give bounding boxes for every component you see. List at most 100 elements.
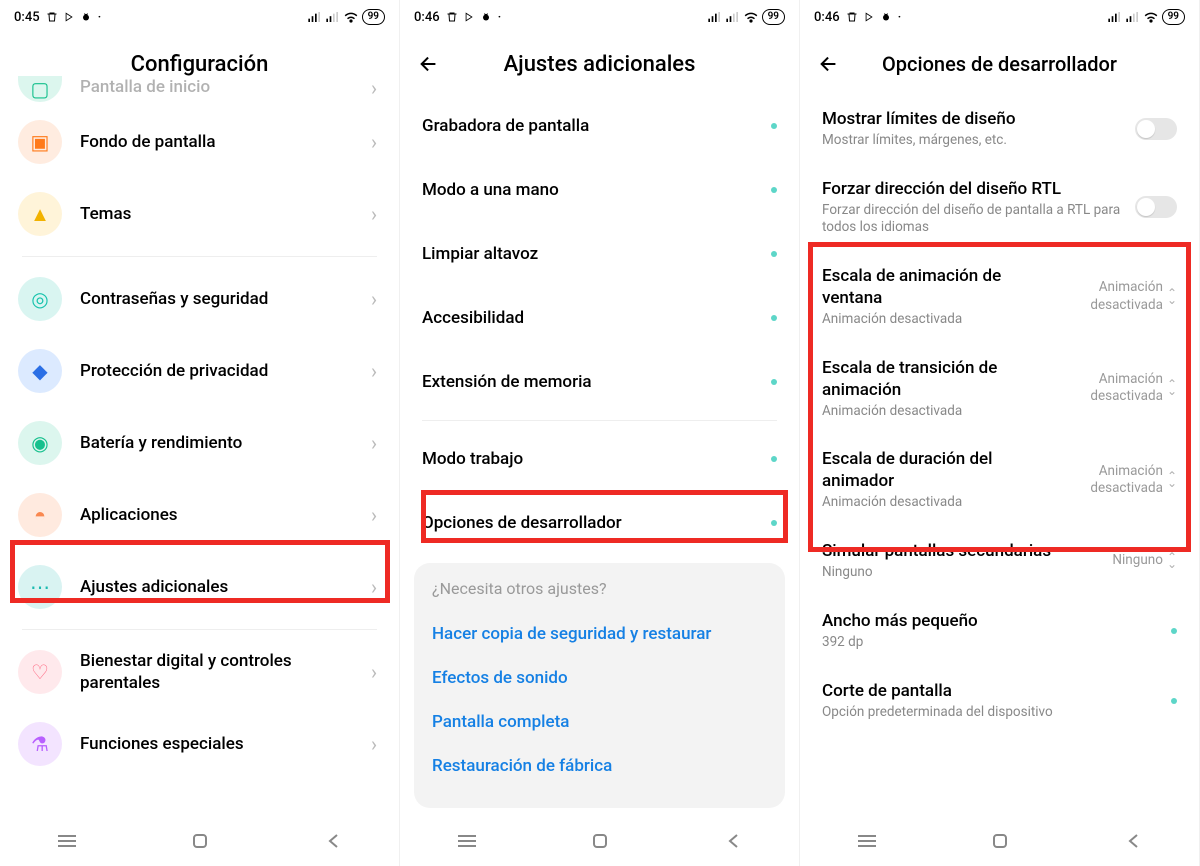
- suggestion-link-factory[interactable]: Restauración de fábrica: [432, 744, 767, 788]
- row-clean-speaker[interactable]: Limpiar altavoz: [400, 222, 799, 286]
- row-accessibility[interactable]: Accesibilidad: [400, 286, 799, 350]
- toggle-switch[interactable]: [1135, 118, 1177, 140]
- nav-back-button[interactable]: [1121, 829, 1145, 853]
- security-icon: ◎: [18, 277, 62, 321]
- screen-additional-settings: 0:46 · 99 Ajustes adicionales Grabadora …: [400, 0, 800, 866]
- nav-home-button[interactable]: [588, 829, 612, 853]
- status-time: 0:46: [814, 10, 840, 25]
- settings-row-home-cut[interactable]: ▢ Pantalla de inicio ›: [0, 76, 399, 106]
- indicator-dot: [771, 456, 777, 462]
- row-force-rtl[interactable]: Forzar dirección del diseño RTL Forzar d…: [800, 164, 1199, 251]
- suggestion-link-backup[interactable]: Hacer copia de seguridad y restaurar: [432, 612, 767, 656]
- row-smallest-width[interactable]: Ancho más pequeño 392 dp: [800, 596, 1199, 666]
- indicator-dot: [771, 520, 777, 526]
- value-picker[interactable]: Animación desactivada ⌃⌄: [1073, 463, 1177, 498]
- wellbeing-icon: ♡: [18, 650, 62, 694]
- indicator-dot: [771, 251, 777, 257]
- navigation-bar: [800, 816, 1199, 866]
- chevron-right-icon: ›: [371, 130, 377, 154]
- row-animator-duration-scale[interactable]: Escala de duración del animador Animació…: [800, 434, 1199, 526]
- row-show-layout-bounds[interactable]: Mostrar límites de diseño Mostrar límite…: [800, 94, 1199, 164]
- status-time: 0:45: [14, 10, 40, 25]
- signal-icon: [308, 12, 322, 22]
- nav-home-button[interactable]: [988, 829, 1012, 853]
- row-work-mode[interactable]: Modo trabajo: [400, 427, 799, 491]
- battery-level: 99: [362, 9, 385, 25]
- nav-back-button[interactable]: [721, 829, 745, 853]
- settings-row-wellbeing[interactable]: ♡ Bienestar digital y controles parental…: [0, 636, 399, 708]
- screen-developer-options: 0:46 · 99 Opciones de desarrollador Most…: [800, 0, 1200, 866]
- nav-back-button[interactable]: [321, 829, 345, 853]
- trash-icon: [46, 11, 58, 23]
- signal-icon-2: [1126, 12, 1140, 22]
- row-one-hand[interactable]: Modo a una mano: [400, 158, 799, 222]
- chevron-right-icon: ›: [371, 287, 377, 311]
- battery-icon: ◉: [18, 421, 62, 465]
- trash-icon: [446, 11, 458, 23]
- updown-icon: ⌃⌄: [1167, 473, 1177, 487]
- nav-recent-button[interactable]: [455, 829, 479, 853]
- page-title: Ajustes adicionales: [450, 52, 749, 77]
- chevron-right-icon: ›: [371, 575, 377, 599]
- wifi-icon: [344, 12, 358, 23]
- row-memory-extension[interactable]: Extensión de memoria: [400, 350, 799, 414]
- settings-row-battery[interactable]: ◉ Batería y rendimiento ›: [0, 407, 399, 479]
- chevron-right-icon: ›: [371, 202, 377, 226]
- chevron-right-icon: ›: [371, 660, 377, 684]
- signal-icon-2: [326, 12, 340, 22]
- chevron-right-icon: ›: [371, 503, 377, 527]
- bug-icon: [480, 11, 492, 23]
- chevron-right-icon: ›: [371, 76, 377, 100]
- chevron-right-icon: ›: [371, 732, 377, 756]
- settings-row-wallpaper[interactable]: ▣ Fondo de pantalla ›: [0, 106, 399, 178]
- indicator-dot: [771, 187, 777, 193]
- additional-icon: ⋯: [18, 565, 62, 609]
- bug-icon: [80, 11, 92, 23]
- indicator-dot: [771, 379, 777, 385]
- wifi-icon: [1144, 12, 1158, 23]
- privacy-icon: ◆: [18, 349, 62, 393]
- nav-recent-button[interactable]: [855, 829, 879, 853]
- value-picker[interactable]: Animación desactivada ⌃⌄: [1073, 371, 1177, 406]
- page-title: Opciones de desarrollador: [850, 52, 1149, 76]
- back-button[interactable]: [818, 53, 850, 75]
- toggle-switch[interactable]: [1135, 196, 1177, 218]
- play-icon: [464, 12, 474, 22]
- settings-row-apps[interactable]: ◓ Aplicaciones ›: [0, 479, 399, 551]
- chevron-right-icon: ›: [371, 431, 377, 455]
- nav-home-button[interactable]: [188, 829, 212, 853]
- signal-icon: [708, 12, 722, 22]
- status-dot: ·: [498, 10, 502, 25]
- chevron-right-icon: ›: [371, 359, 377, 383]
- settings-row-security[interactable]: ◎ Contraseñas y seguridad ›: [0, 263, 399, 335]
- status-dot: ·: [898, 10, 902, 25]
- back-button[interactable]: [418, 53, 450, 75]
- row-screen-recorder[interactable]: Grabadora de pantalla: [400, 94, 799, 158]
- value-picker[interactable]: Animación desactivada ⌃⌄: [1073, 279, 1177, 314]
- updown-icon: ⌃⌄: [1167, 381, 1177, 395]
- settings-row-additional[interactable]: ⋯ Ajustes adicionales ›: [0, 551, 399, 623]
- settings-row-special[interactable]: ⚗ Funciones especiales ›: [0, 708, 399, 780]
- screen-settings: 0:45 · 99 Configuración ▢ Pantalla de in…: [0, 0, 400, 866]
- header: Opciones de desarrollador: [800, 34, 1199, 94]
- suggestion-link-sound[interactable]: Efectos de sonido: [432, 656, 767, 700]
- row-transition-animation-scale[interactable]: Escala de transición de animación Animac…: [800, 343, 1199, 435]
- nav-recent-button[interactable]: [55, 829, 79, 853]
- apps-icon: ◓: [18, 493, 62, 537]
- navigation-bar: [400, 816, 799, 866]
- suggestion-link-fullscreen[interactable]: Pantalla completa: [432, 700, 767, 744]
- value-picker[interactable]: Ninguno ⌃⌄: [1112, 552, 1177, 570]
- row-simulate-secondary[interactable]: Simular pantallas secundarias Ninguno Ni…: [800, 526, 1199, 596]
- theme-icon: ▲: [18, 192, 62, 236]
- updown-icon: ⌃⌄: [1167, 554, 1177, 568]
- settings-row-themes[interactable]: ▲ Temas ›: [0, 178, 399, 250]
- divider: [422, 420, 777, 421]
- signal-icon: [1108, 12, 1122, 22]
- settings-row-privacy[interactable]: ◆ Protección de privacidad ›: [0, 335, 399, 407]
- bug-icon: [880, 11, 892, 23]
- row-developer-options[interactable]: Opciones de desarrollador: [400, 491, 799, 555]
- wifi-icon: [744, 12, 758, 23]
- row-window-animation-scale[interactable]: Escala de animación de ventana Animación…: [800, 251, 1199, 343]
- row-display-cutout[interactable]: Corte de pantalla Opción predeterminada …: [800, 666, 1199, 736]
- play-icon: [64, 12, 74, 22]
